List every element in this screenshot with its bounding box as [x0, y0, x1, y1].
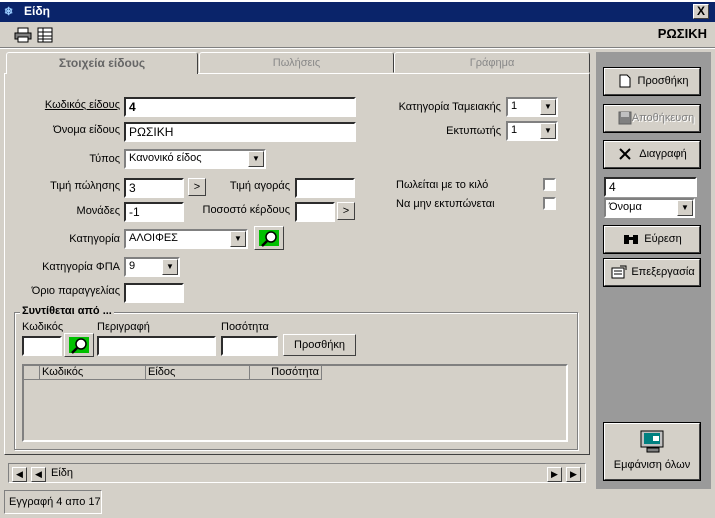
- save-button[interactable]: Αποθήκευση: [604, 105, 700, 132]
- chevron-down-icon[interactable]: ▼: [248, 151, 264, 167]
- name-label: Όνομα είδους: [53, 124, 120, 136]
- order-limit-field[interactable]: [124, 283, 184, 303]
- comp-qty-label: Ποσότητα: [221, 321, 269, 333]
- edit-form-icon: [611, 265, 627, 281]
- printer-select[interactable]: 1 ▼: [506, 121, 558, 141]
- category-label: Κατηγορία: [69, 233, 120, 245]
- search-value-field[interactable]: 4: [604, 177, 697, 197]
- navigator-label: Είδη: [51, 467, 74, 479]
- chevron-down-icon[interactable]: ▼: [677, 200, 693, 216]
- printer-icon[interactable]: [14, 27, 32, 43]
- edit-button[interactable]: Επεξεργασία: [604, 259, 700, 286]
- purchase-price-field[interactable]: [295, 178, 355, 198]
- find-button[interactable]: Εύρεση: [604, 226, 700, 253]
- monitor-icon: [639, 430, 667, 454]
- comp-code-label: Κωδικός: [22, 321, 64, 333]
- comp-search-button[interactable]: [64, 333, 94, 357]
- search-field-select[interactable]: Όνομα ▼: [604, 198, 695, 218]
- cash-category-select[interactable]: 1 ▼: [506, 97, 558, 117]
- category-search-button[interactable]: [254, 226, 284, 250]
- vat-label: Κατηγορία ΦΠΑ: [42, 261, 120, 273]
- comp-code-field[interactable]: [22, 336, 62, 356]
- app-icon: ❄: [4, 6, 14, 18]
- grid-col-qty[interactable]: Ποσότητα: [250, 366, 322, 380]
- grid-col-item[interactable]: Είδος: [146, 366, 250, 380]
- composition-grid[interactable]: Κωδικός Είδος Ποσότητα: [22, 364, 568, 442]
- not-printed-checkbox[interactable]: [543, 197, 556, 210]
- sale-price-field[interactable]: 3: [124, 178, 184, 198]
- tab-sales[interactable]: Πωλήσεις: [199, 52, 394, 73]
- code-label: Κωδικός είδους: [44, 99, 120, 111]
- code-field[interactable]: 4: [124, 97, 356, 117]
- profit-pct-field[interactable]: [295, 202, 335, 222]
- tab-item-details[interactable]: Στοιχεία είδους: [6, 52, 198, 74]
- record-title: ΡΩΣΙΚΗ: [657, 26, 707, 41]
- close-button[interactable]: X: [693, 4, 709, 19]
- purchase-price-label: Τιμή αγοράς: [229, 180, 290, 192]
- last-record-button[interactable]: ▶: [566, 467, 581, 482]
- chevron-down-icon[interactable]: ▼: [230, 231, 246, 247]
- prev-record-button[interactable]: ◀: [31, 467, 46, 482]
- order-limit-label: Όριο παραγγελίας: [31, 285, 120, 297]
- divider: [0, 47, 715, 49]
- units-field[interactable]: -1: [124, 202, 184, 222]
- chevron-down-icon[interactable]: ▼: [162, 259, 178, 275]
- magnifier-icon: [71, 338, 87, 354]
- tab-chart[interactable]: Γράφημα: [394, 52, 590, 73]
- vat-select[interactable]: 9 ▼: [124, 257, 180, 277]
- profit-pct-label: Ποσοστό κέρδους: [202, 204, 291, 216]
- name-field[interactable]: ΡΩΣΙΚΗ: [124, 122, 356, 142]
- add-button[interactable]: Προσθήκη: [604, 68, 700, 95]
- comp-add-button[interactable]: Προσθήκη: [283, 334, 356, 356]
- status-bar: Εγγραφή 4 απο 17: [4, 490, 102, 514]
- sold-by-kilo-label: Πωλείται με το κιλό: [396, 179, 489, 191]
- title-bar: ❄ Είδη X: [0, 0, 715, 22]
- table-view-icon[interactable]: [36, 27, 54, 43]
- first-record-button[interactable]: ◀​: [12, 467, 27, 482]
- show-all-label: Εμφάνιση όλων: [613, 459, 691, 471]
- grid-row-header: [24, 366, 40, 380]
- record-navigator: ◀​ ◀ Είδη ▶ ▶: [8, 463, 586, 483]
- type-select[interactable]: Κανονικό είδος ▼: [124, 149, 266, 169]
- show-all-button[interactable]: Εμφάνιση όλων: [604, 423, 700, 480]
- delete-button[interactable]: Διαγραφή: [604, 141, 700, 168]
- magnifier-icon: [261, 231, 277, 247]
- next-record-button[interactable]: ▶: [547, 467, 562, 482]
- sold-by-kilo-checkbox[interactable]: [543, 178, 556, 191]
- category-select[interactable]: ΑΛΟΙΦΕΣ ▼: [124, 229, 248, 249]
- composition-title: Συντίθεται από ...: [20, 305, 114, 317]
- cash-category-label: Κατηγορία Ταμειακής: [398, 101, 501, 113]
- chevron-down-icon[interactable]: ▼: [540, 99, 556, 115]
- type-label: Τύπος: [89, 153, 120, 165]
- units-label: Μονάδες: [76, 205, 120, 217]
- printer-label: Εκτυπωτής: [446, 125, 501, 137]
- toolbar: [0, 22, 715, 48]
- not-printed-label: Να μην εκτυπώνεται: [396, 198, 495, 210]
- profit-pct-arrow-button[interactable]: >: [337, 202, 355, 220]
- chevron-down-icon[interactable]: ▼: [540, 123, 556, 139]
- sale-price-label: Τιμή πώλησης: [50, 180, 120, 192]
- comp-desc-field[interactable]: [97, 336, 216, 356]
- comp-desc-label: Περιγραφή: [97, 321, 150, 333]
- window-title: Είδη: [24, 4, 50, 18]
- comp-qty-field[interactable]: [221, 336, 278, 356]
- grid-col-code[interactable]: Κωδικός: [40, 366, 146, 380]
